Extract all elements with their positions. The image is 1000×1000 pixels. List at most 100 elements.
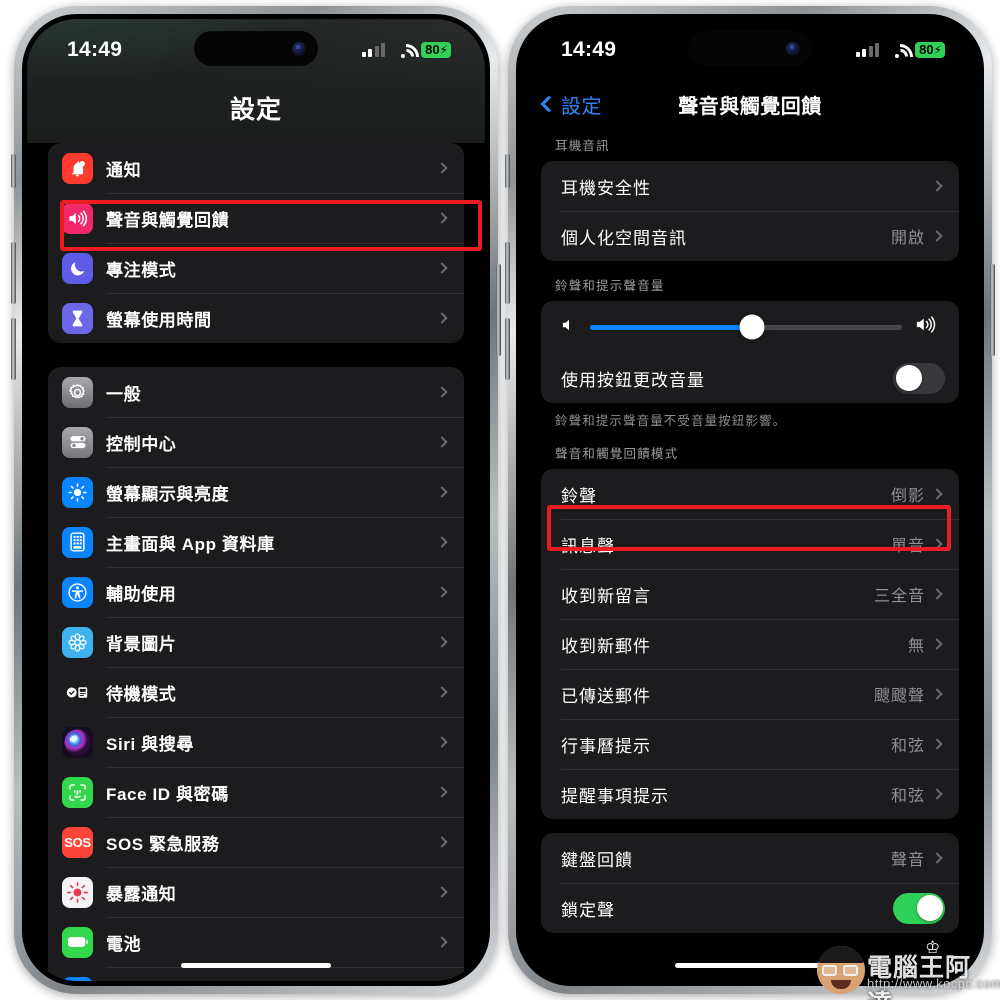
chevron-right-icon: [436, 586, 448, 598]
section-footer: 鈴聲和提示聲音量不受音量按鈕影響。: [555, 414, 787, 428]
status-bar-right: 14:49 80 ⚡: [521, 19, 979, 73]
setting-row-提醒事項提示[interactable]: 提醒事項提示 和弦: [541, 769, 959, 819]
setting-row-訊息聲[interactable]: 訊息聲 單音: [541, 519, 959, 569]
settings-row-label: 通知: [106, 160, 142, 180]
setting-row-使用按鈕更改音量[interactable]: 使用按鈕更改音量: [541, 353, 959, 403]
settings-row-standby[interactable]: 待機模式: [48, 667, 464, 717]
volume-up-button-right[interactable]: [505, 242, 510, 304]
settings-row-battery[interactable]: 電池: [48, 917, 464, 967]
section-header: 鈴聲和提示聲音量: [555, 279, 665, 293]
setting-row-label: 訊息聲: [561, 536, 615, 556]
mute-switch-button[interactable]: [11, 154, 16, 188]
status-time: 14:49: [67, 38, 123, 61]
settings-row-label: 電池: [106, 934, 142, 954]
setting-row-label: 鈴聲: [561, 486, 597, 506]
settings-row-exposure-notification[interactable]: 暴露通知: [48, 867, 464, 917]
ringer-volume-slider-row[interactable]: [541, 301, 959, 353]
page-title-right: 聲音與觸覺回饋: [678, 95, 822, 118]
setting-row-收到新郵件[interactable]: 收到新郵件 無: [541, 619, 959, 669]
settings-row-sos[interactable]: SOS SOS 緊急服務: [48, 817, 464, 867]
power-button-right[interactable]: [990, 264, 995, 356]
home-indicator[interactable]: [181, 963, 331, 968]
setting-row-value: 無: [907, 638, 925, 655]
setting-row-value: 聲音: [890, 852, 925, 869]
setting-row-行事曆提示[interactable]: 行事曆提示 和弦: [541, 719, 959, 769]
hand-raised-icon: [62, 976, 93, 981]
cellular-signal-icon-right: [855, 43, 880, 57]
volume-down-button[interactable]: [11, 318, 16, 380]
setting-row-鍵盤回饋[interactable]: 鍵盤回饋 聲音: [541, 833, 959, 883]
setting-row-label: 鎖定聲: [561, 900, 615, 920]
speaker-high-icon: [915, 316, 939, 338]
settings-row-face-id[interactable]: Face ID 與密碼: [48, 767, 464, 817]
settings-row-wallpaper-flower[interactable]: 背景圖片: [48, 617, 464, 667]
settings-row-moon[interactable]: 專注模式: [48, 243, 464, 293]
home-indicator-right[interactable]: [675, 963, 825, 968]
speaker-low-icon: [561, 318, 577, 337]
chevron-right-icon: [931, 230, 943, 242]
setting-row-鈴聲[interactable]: 鈴聲 倒影: [541, 469, 959, 519]
volume-down-button-right[interactable]: [505, 318, 510, 380]
gear-icon: [62, 376, 93, 408]
setting-row-收到新留言[interactable]: 收到新留言 三全音: [541, 569, 959, 619]
slider-fill: [590, 324, 753, 330]
settings-row-gear[interactable]: 一般: [48, 367, 464, 417]
settings-row-siri-orb[interactable]: Siri 與搜尋: [48, 717, 464, 767]
power-button[interactable]: [496, 264, 501, 356]
dynamic-island: [194, 31, 318, 66]
setting-row-耳機安全性[interactable]: 耳機安全性: [541, 161, 959, 211]
accessibility-icon: [62, 576, 93, 608]
hourglass-icon: [62, 302, 93, 334]
settings-row-accessibility[interactable]: 輔助使用: [48, 567, 464, 617]
chevron-right-icon: [436, 736, 448, 748]
setting-row-value: 開啟: [890, 230, 925, 247]
setting-row-鎖定聲[interactable]: 鎖定聲: [541, 883, 959, 933]
front-camera-icon-right: [786, 41, 800, 56]
settings-row-label: Face ID 與密碼: [106, 784, 229, 804]
settings-row-brightness[interactable]: 螢幕顯示與亮度: [48, 467, 464, 517]
settings-row-hourglass[interactable]: 螢幕使用時間: [48, 293, 464, 343]
volume-up-button[interactable]: [11, 242, 16, 304]
settings-row-label: 螢幕顯示與亮度: [106, 484, 230, 504]
setting-row-已傳送郵件[interactable]: 已傳送郵件 颼颼聲: [541, 669, 959, 719]
battery-icon: [62, 926, 93, 958]
bolt-icon-right: ⚡: [933, 43, 942, 57]
settings-row-bell[interactable]: 通知: [48, 143, 464, 193]
battery-status-badge-right: 80 ⚡: [915, 42, 945, 58]
settings-row-sliders[interactable]: 控制中心: [48, 417, 464, 467]
chevron-right-icon: [436, 386, 448, 398]
section-group: 鈴聲 倒影 訊息聲 單音 收到新留言 三全音 收到新郵件無已傳送郵件 颼颼聲 行事曆提示 和弦 提醒…: [541, 469, 959, 819]
screenshot-canvas: 14:49 80 ⚡ 設定 通知 聲音與觸覺回饋 專注模式 螢幕使用時間 一般 …: [0, 0, 1000, 1000]
home-screen-icon: [62, 526, 93, 558]
chevron-right-icon: [931, 738, 943, 750]
slider-track[interactable]: [590, 314, 902, 340]
status-indicators-right: 80 ⚡: [855, 34, 945, 58]
toggle-switch[interactable]: [893, 892, 945, 924]
settings-row-speaker-waves[interactable]: 聲音與觸覺回饋: [48, 193, 464, 243]
chevron-right-icon: [436, 486, 448, 498]
setting-row-value: 颼颼聲: [873, 688, 925, 705]
setting-row-個人化空間音訊[interactable]: 個人化空間音訊 開啟: [541, 211, 959, 261]
iphone-left-device: 14:49 80 ⚡ 設定 通知 聲音與觸覺回饋 專注模式 螢幕使用時間 一般 …: [11, 6, 501, 994]
settings-list[interactable]: 通知聲音與觸覺回饋 專注模式螢幕使用時間一般 控制中心螢幕顯示與亮度主畫面與 App…: [27, 143, 485, 981]
wifi-icon-right: [887, 43, 907, 58]
settings-row-label: Siri 與搜尋: [106, 734, 194, 754]
siri-orb-icon: [62, 726, 93, 758]
device-bezel-right: 14:49 80 ⚡ 設定 聲音與觸覺回饋 耳機音訊 耳機安全性 個人化空間音訊…: [516, 14, 984, 986]
moon-icon: [62, 252, 93, 284]
sound-haptics-list[interactable]: 耳機音訊 耳機安全性 個人化空間音訊 開啟 鈴聲和提示聲音量 使用按鈕更改音量 鈴聲和提示聲…: [521, 135, 979, 981]
setting-row-label: 個人化空間音訊: [561, 228, 687, 248]
back-button[interactable]: 設定: [540, 90, 602, 119]
chevron-right-icon: [931, 538, 943, 550]
status-indicators: 80 ⚡: [361, 34, 451, 58]
chevron-right-icon: [436, 786, 448, 798]
bolt-icon: ⚡: [439, 43, 448, 57]
mute-switch-button-right[interactable]: [505, 154, 510, 188]
settings-group: 通知聲音與觸覺回饋 專注模式螢幕使用時間: [48, 143, 464, 343]
settings-row-home-screen[interactable]: 主畫面與 App 資料庫: [48, 517, 464, 567]
settings-row-label: 螢幕使用時間: [106, 310, 212, 330]
toggle-switch[interactable]: [893, 362, 945, 394]
setting-row-label: 鍵盤回饋: [561, 850, 633, 870]
settings-row-hand-raised[interactable]: 隱私權與安全性: [48, 967, 464, 981]
front-camera-icon: [292, 41, 306, 56]
